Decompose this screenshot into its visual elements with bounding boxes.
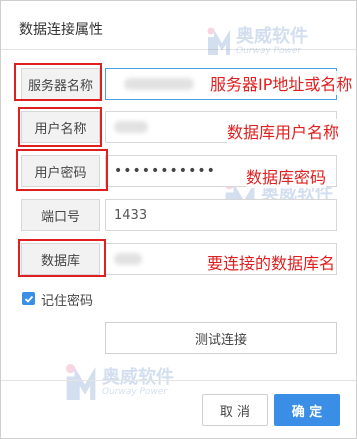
database-label-highlight [18,239,106,277]
watermark-cn: 奥威软件 [102,366,174,388]
password-label-highlight [16,149,108,191]
watermark-cn: 奥威软件 [236,25,308,47]
remember-password-checkbox[interactable] [22,292,35,305]
dialog-title: 数据连接属性 [19,22,103,38]
user-annotation: 数据库用户名称 [227,119,340,143]
database-value-blurred [114,253,142,265]
user-name-value-blurred [114,121,148,133]
title-divider [1,49,356,50]
password-annotation: 数据库密码 [246,164,327,188]
data-connection-dialog: 数据连接属性 奥威软件 Ourway Power 奥威软件 Ourway Pow… [0,0,357,439]
watermark-en: Ourway Power [102,386,168,397]
port-input[interactable]: 1433 [105,199,337,231]
port-value: 1433 [114,207,148,223]
password-value: ••••••••••• [114,163,216,179]
remember-password-label[interactable]: 记住密码 [41,290,93,309]
server-annotation: 服务器IP地址或名称 [210,71,353,95]
watermark-logo-icon [207,27,230,55]
watermark-logo: 奥威软件 Ourway Power [64,363,174,403]
watermark-logo: 奥威软件 Ourway Power [206,27,308,57]
cancel-button[interactable]: 取 消 [202,394,268,426]
port-label: 端口号 [21,199,100,231]
ok-button[interactable]: 确 定 [274,394,340,426]
server-label-highlight [14,63,102,101]
footer-divider [1,380,356,381]
database-annotation: 要连接的数据库名 [207,250,336,274]
user-label-highlight [18,107,102,147]
watermark-logo-icon [65,364,96,400]
server-name-value-blurred [124,78,194,90]
check-icon [24,295,33,303]
test-connection-button[interactable]: 测试连接 [105,322,337,354]
